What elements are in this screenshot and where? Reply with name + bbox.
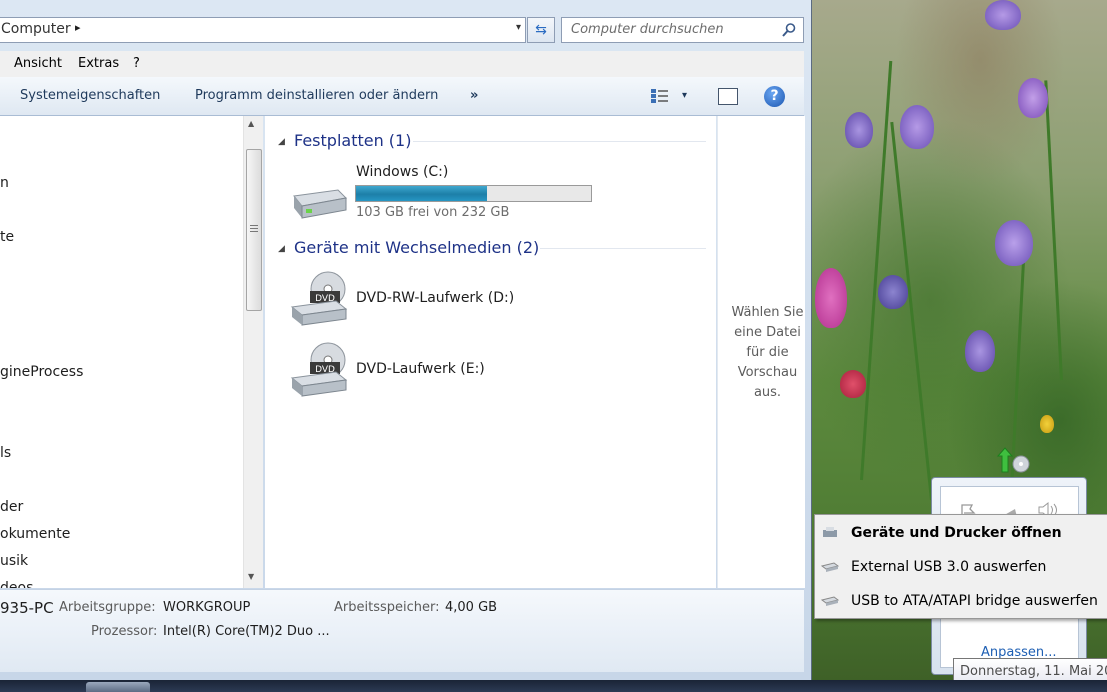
printer-icon bbox=[823, 527, 837, 537]
menu-item-label: Geräte und Drucker öffnen bbox=[851, 525, 1062, 541]
nav-scrollbar[interactable]: ▲ ▼ bbox=[243, 116, 263, 588]
nav-item[interactable]: usik bbox=[0, 553, 28, 569]
memory-value: 4,00 GB bbox=[445, 600, 498, 615]
breadcrumb-arrow-icon[interactable]: ▸ bbox=[75, 21, 81, 34]
safely-remove-hardware-icon[interactable] bbox=[996, 446, 1030, 476]
workgroup-label: Arbeitsgruppe: bbox=[59, 600, 156, 615]
memory-label: Arbeitsspeicher: bbox=[334, 600, 440, 615]
scroll-thumb[interactable] bbox=[246, 149, 262, 311]
system-properties-button[interactable]: Systemeigenschaften bbox=[20, 88, 160, 103]
processor-value: Intel(R) Core(TM)2 Duo ... bbox=[163, 624, 330, 639]
flower-stem bbox=[1044, 80, 1063, 381]
usb-drive-icon bbox=[821, 596, 839, 606]
drive-d-name[interactable]: DVD-RW-Laufwerk (D:) bbox=[356, 290, 514, 306]
search-icon[interactable] bbox=[781, 22, 797, 38]
yellow-flower bbox=[1040, 415, 1054, 433]
navigation-pane: n te gineProcess ls der okumente usik de… bbox=[0, 116, 243, 588]
taskbar[interactable] bbox=[0, 680, 1107, 692]
explorer-window: Computer ▸ ▾ ⇆ Computer durchsuchen Ansi… bbox=[0, 0, 812, 680]
preview-pane-icon[interactable] bbox=[718, 88, 738, 105]
purple-flower bbox=[985, 0, 1021, 30]
purple-flower bbox=[845, 112, 873, 148]
date-text: Donnerstag, 11. Mai 20 bbox=[960, 664, 1107, 679]
preview-pane: Wählen Sie eine Datei für die Vorschau a… bbox=[717, 116, 805, 588]
menu-item-eject-usb30[interactable]: External USB 3.0 auswerfen bbox=[815, 550, 1107, 583]
menu-item-open-devices[interactable]: Geräte und Drucker öffnen bbox=[815, 516, 1107, 549]
address-bar[interactable]: Computer ▸ ▾ bbox=[0, 17, 526, 43]
nav-item[interactable]: okumente bbox=[0, 526, 70, 542]
group-divider bbox=[540, 248, 706, 249]
disk-usage-bar bbox=[355, 185, 592, 202]
usb-drive-icon bbox=[821, 562, 839, 572]
hard-disk-icon bbox=[293, 189, 348, 219]
command-bar: Systemeigenschaften Programm deinstallie… bbox=[0, 77, 804, 116]
change-view-icon[interactable] bbox=[650, 88, 670, 104]
pink-flower bbox=[815, 268, 847, 328]
preview-placeholder-text: Wählen Sie eine Datei für die Vorschau a… bbox=[731, 305, 804, 400]
collapse-arrow-icon[interactable]: ◢ bbox=[278, 244, 285, 254]
menu-bar: Ansicht Extras ? bbox=[0, 51, 804, 77]
nav-item[interactable]: deos bbox=[0, 580, 33, 588]
flower-stem bbox=[890, 121, 933, 501]
menu-ansicht[interactable]: Ansicht bbox=[14, 56, 62, 71]
nav-item[interactable]: ls bbox=[0, 445, 11, 461]
collapse-arrow-icon[interactable]: ◢ bbox=[278, 137, 285, 147]
taskbar-button[interactable] bbox=[86, 682, 150, 692]
search-input[interactable]: Computer durchsuchen bbox=[561, 17, 804, 43]
refresh-button[interactable]: ⇆ bbox=[527, 17, 555, 43]
menu-item-label: USB to ATA/ATAPI bridge auswerfen bbox=[851, 593, 1098, 609]
menu-item-label: External USB 3.0 auswerfen bbox=[851, 559, 1047, 575]
nav-item[interactable]: te bbox=[0, 229, 14, 245]
red-flower bbox=[840, 370, 866, 398]
drive-c-name[interactable]: Windows (C:) bbox=[356, 164, 448, 180]
address-path[interactable]: Computer bbox=[1, 21, 71, 37]
processor-label: Prozessor: bbox=[91, 624, 158, 639]
group-divider bbox=[413, 141, 706, 142]
purple-flower bbox=[900, 105, 934, 149]
purple-flower bbox=[995, 220, 1033, 266]
purple-flower bbox=[878, 275, 908, 309]
content-pane: ◢ Festplatten (1) Windows (C:) 103 GB fr… bbox=[265, 116, 716, 588]
computer-name: 935-PC bbox=[0, 599, 54, 617]
nav-item[interactable]: der bbox=[0, 499, 23, 515]
workgroup-value: WORKGROUP bbox=[163, 600, 251, 615]
search-placeholder: Computer durchsuchen bbox=[571, 22, 724, 37]
purple-flower bbox=[965, 330, 995, 372]
more-commands-button[interactable]: » bbox=[470, 88, 478, 103]
dvd-drive-icon: DVD bbox=[290, 271, 348, 326]
scroll-down-icon[interactable]: ▼ bbox=[248, 572, 254, 581]
menu-help[interactable]: ? bbox=[133, 56, 140, 71]
drive-e-name[interactable]: DVD-Laufwerk (E:) bbox=[356, 361, 485, 377]
group-header-removable[interactable]: Geräte mit Wechselmedien (2) bbox=[294, 238, 539, 257]
dvd-drive-icon: DVD bbox=[290, 342, 348, 397]
menu-extras[interactable]: Extras bbox=[78, 56, 119, 71]
view-dropdown-icon[interactable]: ▾ bbox=[682, 90, 687, 101]
context-menu: Geräte und Drucker öffnen External USB 3… bbox=[814, 514, 1107, 619]
purple-flower bbox=[1018, 78, 1048, 118]
menu-item-eject-usb-bridge[interactable]: USB to ATA/ATAPI bridge auswerfen bbox=[815, 584, 1107, 617]
details-pane: 935-PC Arbeitsgruppe: WORKGROUP Arbeitss… bbox=[0, 589, 804, 672]
group-header-hard-disks[interactable]: Festplatten (1) bbox=[294, 131, 411, 150]
nav-item[interactable]: gineProcess bbox=[0, 364, 83, 380]
address-dropdown-icon[interactable]: ▾ bbox=[516, 22, 521, 33]
help-icon[interactable]: ? bbox=[764, 86, 785, 107]
drive-c-free-space: 103 GB frei von 232 GB bbox=[356, 205, 510, 220]
scroll-up-icon[interactable]: ▲ bbox=[248, 119, 254, 128]
uninstall-program-button[interactable]: Programm deinstallieren oder ändern bbox=[195, 88, 438, 103]
nav-item[interactable]: n bbox=[0, 175, 9, 191]
